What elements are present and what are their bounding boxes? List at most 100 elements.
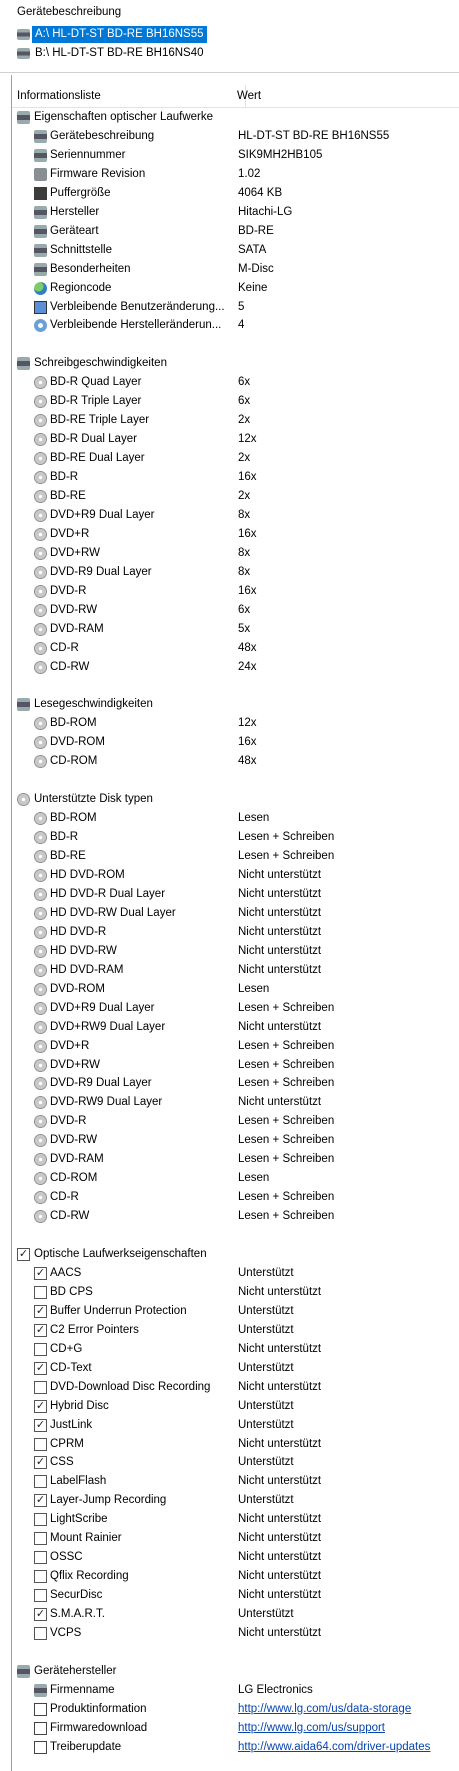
list-item[interactable]: Verbleibende Benutzeränderung... 5 [0, 298, 459, 317]
item-link[interactable]: http://www.lg.com/us/data-storage [238, 1700, 411, 1719]
checkbox-icon[interactable]: ✓ [34, 1323, 47, 1337]
list-item[interactable]: Puffergröße 4064 KB [0, 184, 459, 203]
list-item[interactable]: Hersteller Hitachi-LG [0, 203, 459, 222]
list-item[interactable]: HD DVD-R Dual Layer Nicht unterstützt [0, 885, 459, 904]
group-header[interactable]: Gerätehersteller [0, 1662, 459, 1681]
list-item[interactable]: Produktinformation http://www.lg.com/us/d… [0, 1700, 459, 1719]
list-item[interactable]: DVD-ROM Lesen [0, 980, 459, 999]
list-item[interactable]: DVD-RAM 5x [0, 620, 459, 639]
list-item[interactable]: Firmware Revision 1.02 [0, 165, 459, 184]
list-item[interactable]: Seriennummer SIK9MH2HB105 [0, 146, 459, 165]
list-item[interactable]: ✓ Hybrid Disc Unterstützt [0, 1397, 459, 1416]
list-item[interactable]: DVD+RW Lesen + Schreiben [0, 1056, 459, 1075]
list-item[interactable]: BD-RE Triple Layer 2x [0, 411, 459, 430]
list-item[interactable]: Treiberupdate http://www.aida64.com/drive… [0, 1738, 459, 1757]
list-item[interactable]: DVD-R Lesen + Schreiben [0, 1112, 459, 1131]
list-item[interactable]: DVD+R 16x [0, 525, 459, 544]
checkbox-icon[interactable]: ✓ [17, 1248, 30, 1261]
list-item[interactable]: OSSC Nicht unterstützt [0, 1548, 459, 1567]
list-item[interactable]: Qflix Recording Nicht unterstützt [0, 1567, 459, 1586]
device-item-a[interactable]: A:\ HL-DT-ST BD-RE BH16NS55 [17, 26, 207, 43]
list-item[interactable]: Gerätebeschreibung HL-DT-ST BD-RE BH16NS5… [0, 127, 459, 146]
list-item[interactable]: BD-RE 2x [0, 487, 459, 506]
list-item[interactable]: Schnittstelle SATA [0, 241, 459, 260]
checkbox-icon[interactable] [34, 1342, 47, 1356]
checkbox-icon[interactable] [34, 1570, 47, 1584]
checkbox-icon[interactable] [34, 1551, 47, 1565]
column-header-value[interactable]: Wert [237, 88, 261, 105]
list-item[interactable]: ✓ CD-Text Unterstützt [0, 1359, 459, 1378]
checkbox-icon[interactable] [34, 1285, 47, 1299]
list-item[interactable]: ✓ S.M.A.R.T. Unterstützt [0, 1605, 459, 1624]
list-item[interactable]: BD-R Quad Layer 6x [0, 373, 459, 392]
checkbox-icon[interactable]: ✓ [34, 1266, 47, 1280]
list-item[interactable]: DVD-ROM 16x [0, 733, 459, 752]
checkbox-icon[interactable]: ✓ [34, 1608, 47, 1622]
list-item[interactable]: Verbleibende Herstelleränderun... 4 [0, 316, 459, 335]
list-item[interactable]: HD DVD-ROM Nicht unterstützt [0, 866, 459, 885]
list-item[interactable]: BD CPS Nicht unterstützt [0, 1283, 459, 1302]
list-item[interactable]: Regioncode Keine [0, 279, 459, 298]
list-item[interactable]: DVD-R9 Dual Layer Lesen + Schreiben [0, 1074, 459, 1093]
checkbox-icon[interactable]: ✓ [34, 1361, 47, 1375]
group-header[interactable]: Schreibgeschwindigkeiten [0, 354, 459, 373]
list-item[interactable]: ✓ Layer-Jump Recording Unterstützt [0, 1491, 459, 1510]
checkbox-icon[interactable]: ✓ [34, 1494, 47, 1508]
list-item[interactable]: BD-ROM 12x [0, 714, 459, 733]
list-item[interactable]: HD DVD-R Nicht unterstützt [0, 923, 459, 942]
checkbox-icon[interactable] [34, 1513, 47, 1527]
list-item[interactable]: DVD-RAM Lesen + Schreiben [0, 1150, 459, 1169]
list-item[interactable]: DVD-R 16x [0, 582, 459, 601]
item-link[interactable]: http://www.lg.com/us/support [238, 1719, 385, 1738]
list-item[interactable]: BD-R Dual Layer 12x [0, 430, 459, 449]
list-item[interactable]: CD-R 48x [0, 639, 459, 658]
column-header-info[interactable]: Informationsliste [17, 88, 101, 105]
list-item[interactable]: BD-RE Dual Layer 2x [0, 449, 459, 468]
group-header[interactable]: Lesegeschwindigkeiten [0, 695, 459, 714]
list-item[interactable]: CD-ROM 48x [0, 752, 459, 771]
list-item[interactable]: LightScribe Nicht unterstützt [0, 1510, 459, 1529]
list-item[interactable]: DVD-R9 Dual Layer 8x [0, 563, 459, 582]
list-item[interactable]: ✓ CSS Unterstützt [0, 1453, 459, 1472]
list-item[interactable]: CPRM Nicht unterstützt [0, 1435, 459, 1454]
list-item[interactable]: DVD+RW9 Dual Layer Nicht unterstützt [0, 1018, 459, 1037]
list-item[interactable]: DVD-Download Disc Recording Nicht unterst… [0, 1378, 459, 1397]
list-item[interactable]: DVD+R Lesen + Schreiben [0, 1037, 459, 1056]
list-item[interactable]: Mount Rainier Nicht unterstützt [0, 1529, 459, 1548]
checkbox-icon[interactable] [34, 1380, 47, 1394]
list-item[interactable]: CD-RW Lesen + Schreiben [0, 1207, 459, 1226]
list-item[interactable]: LabelFlash Nicht unterstützt [0, 1472, 459, 1491]
checkbox-icon[interactable] [34, 1532, 47, 1546]
checkbox-icon[interactable] [34, 1437, 47, 1451]
list-item[interactable]: DVD+R9 Dual Layer 8x [0, 506, 459, 525]
list-item[interactable]: CD-ROM Lesen [0, 1169, 459, 1188]
list-item[interactable]: DVD-RW 6x [0, 601, 459, 620]
list-item[interactable]: CD-RW 24x [0, 658, 459, 677]
list-item[interactable]: BD-RE Lesen + Schreiben [0, 847, 459, 866]
list-item[interactable]: ✓ AACS Unterstützt [0, 1264, 459, 1283]
list-item[interactable]: Geräteart BD-RE [0, 222, 459, 241]
checkbox-icon[interactable] [34, 1475, 47, 1489]
group-header[interactable]: ✓ Optische Laufwerkseigenschaften [0, 1245, 459, 1264]
list-item[interactable]: CD+G Nicht unterstützt [0, 1340, 459, 1359]
checkbox-icon[interactable]: ✓ [34, 1399, 47, 1413]
list-item[interactable]: ✓ JustLink Unterstützt [0, 1416, 459, 1435]
list-item[interactable]: Firmenname LG Electronics [0, 1681, 459, 1700]
list-item[interactable]: VCPS Nicht unterstützt [0, 1624, 459, 1643]
item-link[interactable]: http://www.aida64.com/driver-updates [238, 1738, 430, 1757]
checkbox-icon[interactable]: ✓ [34, 1304, 47, 1318]
checkbox-icon[interactable]: ✓ [34, 1456, 47, 1470]
list-item[interactable]: Besonderheiten M-Disc [0, 260, 459, 279]
list-item[interactable]: HD DVD-RW Nicht unterstützt [0, 942, 459, 961]
device-item-b[interactable]: B:\ HL-DT-ST BD-RE BH16NS40 [17, 45, 207, 62]
group-header[interactable]: Unterstützte Disk typen [0, 790, 459, 809]
list-item[interactable]: Firmwaredownload http://www.lg.com/us/sup… [0, 1719, 459, 1738]
group-header[interactable]: Eigenschaften optischer Laufwerke [0, 108, 459, 127]
list-item[interactable]: BD-R 16x [0, 468, 459, 487]
list-item[interactable]: HD DVD-RAM Nicht unterstützt [0, 961, 459, 980]
list-item[interactable]: DVD-RW Lesen + Schreiben [0, 1131, 459, 1150]
list-item[interactable]: ✓ C2 Error Pointers Unterstützt [0, 1321, 459, 1340]
checkbox-icon[interactable]: ✓ [34, 1418, 47, 1432]
list-item[interactable]: ✓ Buffer Underrun Protection Unterstützt [0, 1302, 459, 1321]
list-item[interactable]: BD-ROM Lesen [0, 809, 459, 828]
